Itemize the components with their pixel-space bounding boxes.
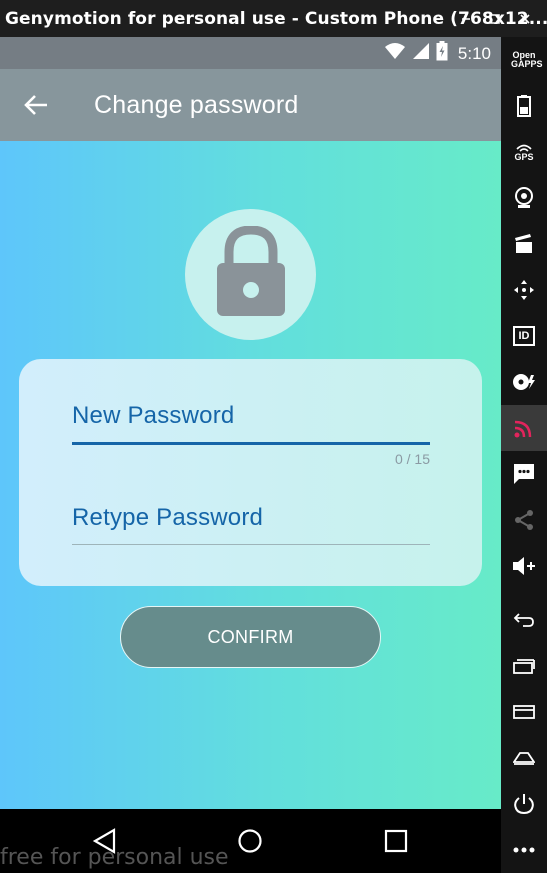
- webcam-icon[interactable]: [501, 175, 547, 221]
- retype-password-underline: [72, 544, 430, 545]
- lock-avatar: [185, 209, 316, 340]
- battery-widget-icon[interactable]: [501, 83, 547, 129]
- device-id-icon[interactable]: ID: [501, 313, 547, 359]
- genymotion-sidebar: Open GAPPS GPS ID: [501, 37, 547, 873]
- back-icon[interactable]: [501, 597, 547, 643]
- move-icon[interactable]: [501, 267, 547, 313]
- minimize-icon[interactable]: [455, 8, 477, 30]
- password-form-card: New Password 0 / 15 Retype Password: [19, 359, 482, 586]
- close-icon[interactable]: [514, 8, 536, 30]
- home-icon[interactable]: [501, 735, 547, 781]
- new-password-field[interactable]: New Password 0 / 15: [72, 402, 430, 482]
- gps-label: GPS: [514, 151, 534, 162]
- char-counter: 0 / 15: [394, 451, 430, 467]
- new-password-underline: [72, 442, 430, 445]
- sms-icon[interactable]: [501, 451, 547, 497]
- id-label: ID: [518, 329, 530, 342]
- lock-icon: [215, 225, 287, 323]
- status-bar: 5:10: [0, 37, 501, 69]
- menu-icon[interactable]: [501, 689, 547, 735]
- nav-home-icon[interactable]: [232, 823, 268, 859]
- signal-icon: [412, 42, 430, 65]
- window-titlebar: Genymotion for personal use - Custom Pho…: [0, 0, 547, 37]
- share-icon[interactable]: [501, 497, 547, 543]
- more-icon[interactable]: [501, 827, 547, 873]
- opengapps-icon[interactable]: Open GAPPS: [501, 37, 547, 83]
- disk-io-icon[interactable]: [501, 359, 547, 405]
- nav-recents-icon[interactable]: [378, 823, 414, 859]
- capture-icon[interactable]: [501, 221, 547, 267]
- opengapps-label: Open GAPPS: [511, 50, 543, 69]
- gps-icon[interactable]: GPS: [501, 129, 547, 175]
- watermark-text: free for personal use: [0, 845, 229, 870]
- battery-icon: [436, 41, 448, 66]
- maximize-icon[interactable]: [484, 8, 506, 30]
- volume-up-icon[interactable]: [501, 543, 547, 589]
- phone-screen: 5:10 Change password New Password 0 / 15…: [0, 37, 501, 809]
- page-title: Change password: [94, 91, 299, 119]
- power-icon[interactable]: [501, 781, 547, 827]
- confirm-button[interactable]: CONFIRM: [120, 606, 381, 668]
- wifi-icon: [384, 42, 406, 65]
- app-bar: Change password: [0, 69, 501, 141]
- retype-password-field[interactable]: Retype Password: [72, 504, 430, 554]
- arrow-back-icon[interactable]: [20, 91, 52, 119]
- status-time: 5:10: [457, 43, 491, 63]
- retype-password-label: Retype Password: [72, 504, 264, 531]
- new-password-label: New Password: [72, 402, 235, 429]
- cast-icon[interactable]: [501, 405, 547, 451]
- recent-apps-icon[interactable]: [501, 643, 547, 689]
